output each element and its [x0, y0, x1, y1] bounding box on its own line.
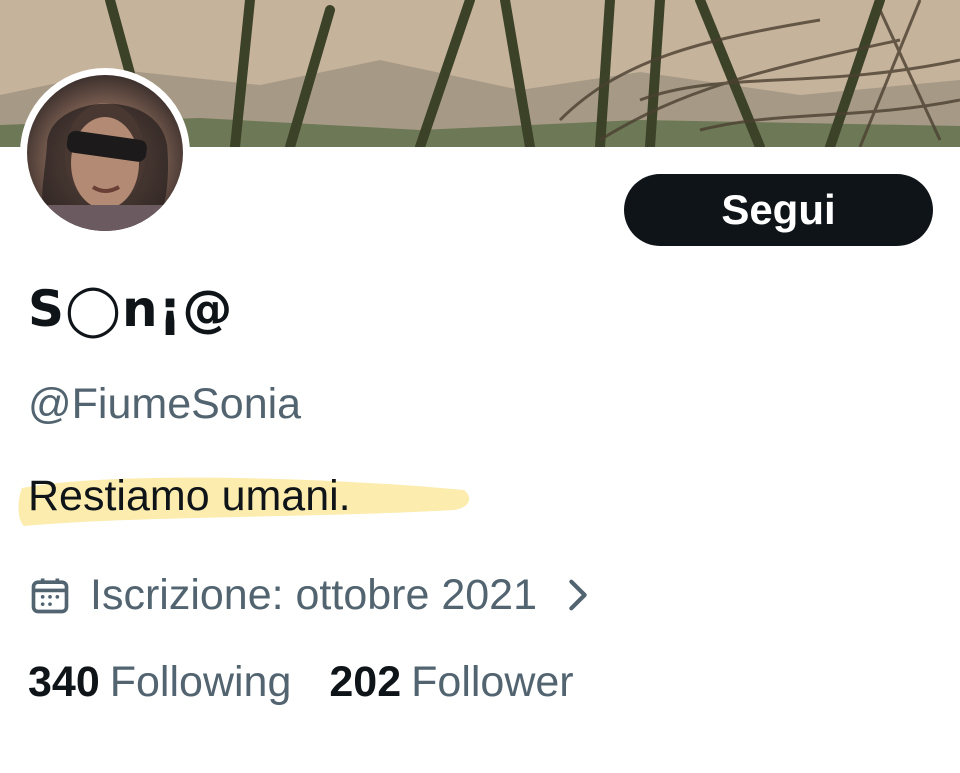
avatar-image: [27, 75, 183, 231]
calendar-icon: [31, 578, 69, 614]
followers-label: Follower: [411, 658, 574, 706]
join-date[interactable]: Iscrizione: ottobre 2021: [28, 565, 593, 625]
avatar[interactable]: [20, 68, 190, 238]
display-name: S◯n¡@: [28, 280, 234, 338]
followers-stat[interactable]: 202 Follower: [329, 658, 573, 707]
followers-count: 202: [329, 658, 402, 706]
bio-text: Restiamo umani.: [28, 472, 351, 520]
join-date-text: Iscrizione: ottobre 2021: [90, 570, 537, 619]
user-handle: @FiumeSonia: [28, 380, 302, 428]
following-label: Following: [109, 658, 292, 706]
profile-stats: 340 Following 202 Follower: [28, 658, 612, 707]
chevron-right-icon: [569, 579, 587, 611]
following-stat[interactable]: 340 Following: [28, 658, 291, 707]
follow-button[interactable]: Segui: [624, 174, 933, 246]
following-count: 340: [28, 658, 100, 706]
